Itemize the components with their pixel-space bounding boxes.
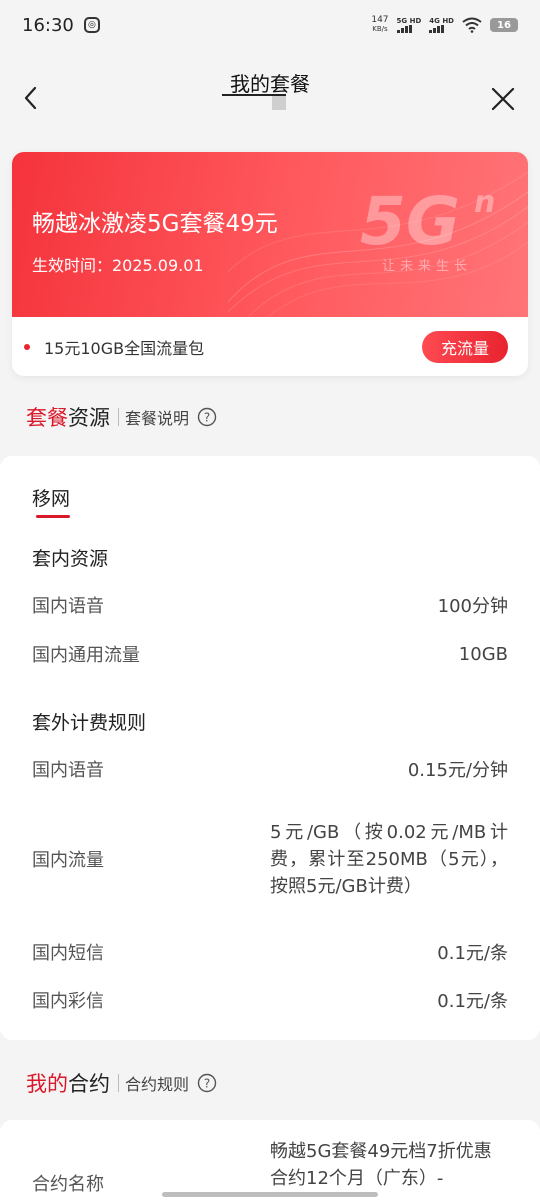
- network-speed-unit: KB/s: [372, 25, 388, 33]
- list-item: 国内语音 100分钟: [32, 592, 508, 618]
- plan-card: 畅越冰激凌5G套餐49元 生效时间：2025.09.01 5G n 让未来生长 …: [12, 152, 528, 376]
- plan-description-link[interactable]: 套餐说明: [125, 405, 189, 429]
- item-label: 国内流量: [32, 850, 104, 871]
- plan-addon-row: 15元10GB全国流量包 充流量: [12, 317, 528, 376]
- item-label: 国内彩信: [32, 991, 104, 1012]
- item-value: 0.15元/分钟: [407, 760, 508, 781]
- section-title-black: 合约: [68, 1072, 110, 1096]
- list-item: 国内短信 0.1元/条: [32, 939, 508, 965]
- list-item: 国内通用流量 10GB: [32, 641, 508, 667]
- sim2-signal-icon: 4G HD: [429, 17, 454, 33]
- contract-name-value: 畅越5G套餐49元档7折优惠合约12个月（广东）-: [270, 1141, 492, 1189]
- list-item: 国内语音 0.15元/分钟: [32, 756, 508, 782]
- status-bar: 16:30 ◎ 147 KB/s 5G HD 4G HD 16: [0, 0, 540, 50]
- svg-text:?: ?: [204, 1077, 210, 1091]
- help-icon[interactable]: ?: [197, 1073, 217, 1093]
- contract-name-label: 合约名称: [32, 1174, 104, 1195]
- logo-slogan: 让未来生长: [382, 259, 472, 274]
- tab-active-indicator: [36, 515, 70, 518]
- contract-section-heading: 我的 合约 合约规则 ?: [26, 1068, 217, 1098]
- item-value: 0.1元/条: [437, 991, 508, 1012]
- section-title-black: 资源: [68, 406, 110, 430]
- status-time: 16:30: [22, 14, 74, 36]
- divider: [118, 1074, 119, 1092]
- logo-5g-text: 5G: [360, 183, 460, 260]
- plan-card-banner: 畅越冰激凌5G套餐49元 生效时间：2025.09.01 5G n 让未来生长: [12, 152, 528, 317]
- bullet-dot: [24, 343, 30, 350]
- 5g-logo: 5G n 让未来生长: [360, 183, 495, 274]
- item-value: 10GB: [458, 643, 508, 665]
- recharge-data-button[interactable]: 充流量: [422, 330, 508, 363]
- logo-5g-sup: n: [474, 185, 495, 220]
- battery-icon: 16: [490, 18, 518, 32]
- list-item: 国内流量 5元/GB（按0.02元/MB计费，累计至250MB（5元），按照5元…: [32, 800, 508, 918]
- item-label: 国内语音: [32, 596, 104, 617]
- network-speed: 147 KB/s: [371, 16, 388, 34]
- item-value: 5元/GB（按0.02元/MB计费，累计至250MB（5元），按照5元/GB计费…: [270, 821, 508, 897]
- help-icon[interactable]: ?: [197, 407, 217, 427]
- contract-rules-link[interactable]: 合约规则: [125, 1071, 189, 1095]
- overage-rules-title: 套外计费规则: [32, 712, 147, 734]
- addon-package: 15元10GB全国流量包: [44, 338, 205, 358]
- plan-name: 畅越冰激凌5G套餐49元: [32, 211, 278, 237]
- sim2-label: 4G HD: [429, 17, 454, 25]
- nav-bar: 我的套餐: [0, 60, 540, 140]
- list-item: 国内彩信 0.1元/条: [32, 987, 508, 1013]
- item-label: 国内通用流量: [32, 645, 140, 666]
- resources-panel: 移网 套内资源 国内语音 100分钟 国内通用流量 10GB 套外计费规则 国内…: [0, 456, 540, 1040]
- contract-panel: 合约名称 畅越5G套餐49元档7折优惠合约12个月（广东）-: [0, 1120, 540, 1200]
- item-label: 国内语音: [32, 760, 104, 781]
- close-icon[interactable]: [490, 86, 516, 112]
- dnd-icon: ◎: [83, 17, 100, 33]
- included-resources-title: 套内资源: [32, 548, 109, 570]
- page-title: 我的套餐: [230, 72, 310, 96]
- sim1-signal-icon: 5G HD: [396, 17, 422, 33]
- item-label: 国内短信: [32, 943, 104, 964]
- tab-mobile-network[interactable]: 移网: [32, 484, 70, 511]
- resources-section-heading: 套餐 资源 套餐说明 ?: [26, 402, 217, 432]
- item-value: 100分钟: [437, 596, 508, 617]
- home-indicator[interactable]: [162, 1192, 378, 1197]
- section-title-red: 我的: [26, 1072, 68, 1096]
- sim1-label: 5G HD: [396, 17, 422, 25]
- plan-effective-date: 生效时间：2025.09.01: [32, 256, 204, 275]
- network-speed-value: 147: [371, 15, 389, 25]
- section-title-red: 套餐: [26, 406, 68, 430]
- svg-text:?: ?: [204, 411, 210, 425]
- wifi-icon: [462, 17, 482, 33]
- list-item: 合约名称 畅越5G套餐49元档7折优惠合约12个月（广东）-: [32, 1138, 508, 1196]
- divider: [118, 408, 119, 426]
- item-value: 0.1元/条: [437, 943, 508, 964]
- title-mark: [272, 96, 286, 110]
- status-indicators: 147 KB/s 5G HD 4G HD 16: [371, 16, 518, 34]
